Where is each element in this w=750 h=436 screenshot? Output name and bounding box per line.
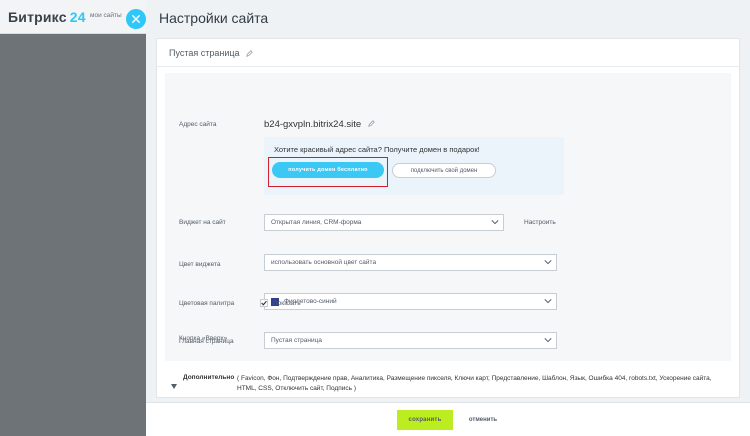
close-slider-button[interactable]	[126, 9, 146, 29]
logo-text: Битрикс	[8, 9, 67, 25]
logo-number: 24	[69, 9, 86, 25]
page-title: Настройки сайта	[159, 10, 269, 26]
form-box: Адрес сайта b24-gxvpln.bitrix24.site Хот…	[165, 73, 731, 361]
settings-panel: Настройки сайта Пустая страница Адрес са…	[146, 0, 750, 436]
card-header: Пустая страница	[157, 39, 739, 67]
more-settings-toggle[interactable]: Дополнительно	[183, 374, 234, 381]
cancel-button[interactable]: отменить	[463, 410, 503, 430]
site-address-label: Адрес сайта	[179, 121, 217, 128]
my-sites-link[interactable]: мои сайты	[90, 12, 122, 19]
chevron-down-icon	[544, 259, 552, 267]
bitrix24-logo[interactable]: Битрикс 24	[8, 9, 86, 25]
widget-label: Виджет на сайт	[179, 219, 226, 226]
domain-promo: Хотите красивый адрес сайта? Получите до…	[264, 137, 564, 195]
more-settings-list: ( Favicon, Фон, Подтверждение прав, Анал…	[237, 375, 712, 392]
checkmark-icon	[261, 300, 267, 306]
show-up-button-checkbox[interactable]	[260, 299, 268, 307]
portal-header: Битрикс 24 мои сайты	[0, 0, 146, 34]
page-name-text: Пустая страница	[169, 48, 240, 58]
widget-color-select[interactable]: использовать основной цвет сайта	[264, 254, 557, 271]
show-up-button-label[interactable]: Показать	[273, 300, 301, 307]
promo-text: Хотите красивый адрес сайта? Получите до…	[274, 145, 480, 154]
chevron-down-icon[interactable]	[171, 376, 177, 394]
widget-color-label: Цвет виджета	[179, 261, 221, 268]
pencil-icon[interactable]	[367, 119, 375, 130]
palette-label: Цветовая палитра	[179, 300, 235, 307]
palette-select[interactable]: Фиолетово-синий	[264, 293, 557, 310]
site-address-text: b24-gxvpln.bitrix24.site	[264, 119, 362, 131]
footer-bar: сохранить отменить	[146, 402, 750, 436]
settings-card: Пустая страница Адрес сайта b24-gxvpln.b…	[156, 38, 740, 398]
home-page-value: Пустая страница	[271, 337, 322, 344]
site-address-value: b24-gxvpln.bitrix24.site	[264, 119, 375, 130]
page-name: Пустая страница	[169, 48, 253, 59]
pencil-icon[interactable]	[246, 49, 253, 59]
connect-own-domain-button[interactable]: подключить свой домен	[392, 163, 496, 178]
home-page-select[interactable]: Пустая страница	[264, 332, 557, 349]
close-icon	[132, 15, 140, 23]
background-overlay[interactable]	[0, 0, 146, 436]
widget-value: Открытая линия, CRM-форма	[271, 219, 362, 226]
widget-select[interactable]: Открытая линия, CRM-форма	[264, 214, 504, 231]
home-page-label: Главная страница	[179, 338, 234, 345]
chevron-down-icon	[544, 337, 552, 345]
widget-setup-link[interactable]: Настроить	[524, 219, 556, 226]
chevron-down-icon	[491, 219, 499, 227]
chevron-down-icon	[544, 298, 552, 306]
widget-color-value: использовать основной цвет сайта	[271, 259, 377, 266]
save-button[interactable]: сохранить	[397, 410, 453, 430]
get-free-domain-button[interactable]: получить домен бесплатно	[272, 162, 384, 178]
